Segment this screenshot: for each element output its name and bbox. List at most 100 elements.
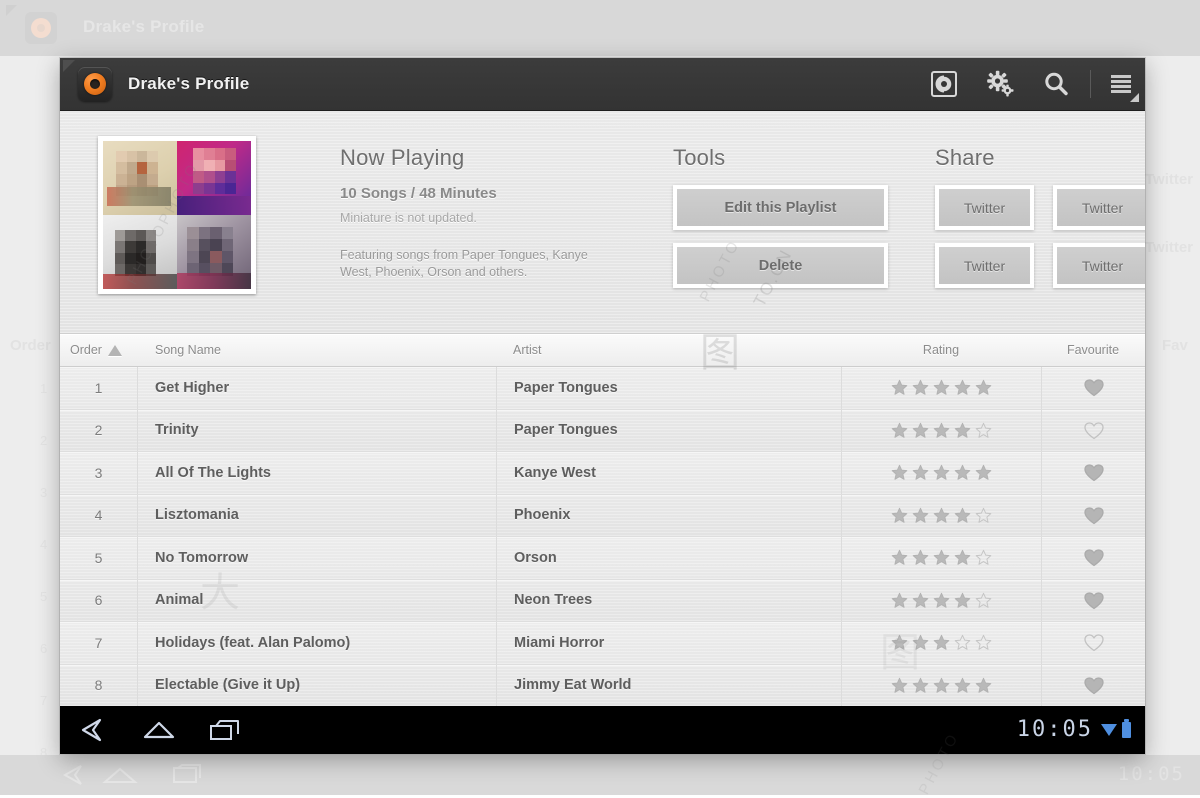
cell-rating[interactable] [841, 494, 1041, 536]
cell-favourite[interactable] [1041, 367, 1145, 409]
rating-stars[interactable] [891, 464, 992, 481]
rating-stars[interactable] [891, 677, 992, 694]
share-heading: Share [935, 145, 995, 170]
cell-order: 7 [60, 622, 138, 664]
search-icon[interactable] [1028, 58, 1084, 110]
overflow-menu-icon[interactable] [1097, 58, 1145, 110]
background-recent-apps-icon [173, 764, 201, 783]
edit-playlist-button[interactable]: Edit this Playlist [673, 185, 888, 230]
sort-ascending-icon [107, 344, 122, 356]
heart-filled-icon[interactable] [1083, 506, 1104, 525]
recent-apps-icon[interactable] [192, 706, 258, 754]
cell-song-name: Lisztomania [155, 507, 239, 524]
background-row-number: 1 [40, 381, 48, 396]
cell-favourite[interactable] [1041, 622, 1145, 664]
cell-song-name: Get Higher [155, 379, 230, 396]
share-row-top: Twitter Twitter [935, 185, 1145, 243]
rating-stars[interactable] [891, 549, 992, 566]
home-icon[interactable] [126, 706, 192, 754]
cell-song-name: Electable (Give it Up) [155, 677, 301, 694]
share-row-bottom: Twitter Twitter [935, 243, 1145, 301]
wifi-icon [1101, 724, 1117, 736]
back-icon[interactable] [60, 706, 126, 754]
rating-stars[interactable] [891, 507, 992, 524]
table-row[interactable]: 1 Get Higher Paper Tongues [60, 367, 1145, 410]
heart-outline-icon[interactable] [1083, 633, 1104, 652]
table-row[interactable]: 6 Animal Neon Trees [60, 579, 1145, 622]
rating-stars[interactable] [891, 592, 992, 609]
table-row[interactable]: 5 No Tomorrow Orson [60, 537, 1145, 580]
delete-playlist-button[interactable]: Delete [673, 243, 888, 288]
table-row[interactable]: 2 Trinity Paper Tongues [60, 409, 1145, 452]
playlist-header-panel: Now Playing 10 Songs / 48 Minutes Miniat… [60, 111, 1145, 334]
rating-stars[interactable] [891, 379, 992, 396]
column-header-song-name[interactable]: Song Name [138, 334, 496, 366]
cell-rating[interactable] [841, 622, 1041, 664]
share-column: Share Twitter Twitter Twitter Twitter [935, 145, 1145, 301]
cell-rating[interactable] [841, 409, 1041, 451]
cell-rating[interactable] [841, 537, 1041, 579]
action-bar-divider [1090, 70, 1091, 98]
album-art-tile [103, 141, 177, 215]
heart-filled-icon[interactable] [1083, 591, 1104, 610]
cell-favourite[interactable] [1041, 409, 1145, 451]
heart-outline-icon[interactable] [1083, 421, 1104, 440]
share-twitter-button-1[interactable]: Twitter [935, 185, 1034, 230]
system-navigation-bar: 10:05 [60, 706, 1145, 754]
status-bar-indicators [1101, 719, 1131, 738]
table-body: 1 Get Higher Paper Tongues 2 Trinity Paper To… [60, 367, 1145, 707]
cell-artist: Neon Trees [496, 579, 841, 621]
cell-rating[interactable] [841, 367, 1041, 409]
cell-artist: Miami Horror [496, 622, 841, 664]
background-row-number: 7 [40, 693, 48, 708]
cell-song-name: All Of The Lights [155, 464, 271, 481]
heart-filled-icon[interactable] [1083, 676, 1104, 695]
now-playing-note: Miniature is not updated. [340, 211, 477, 225]
cell-favourite[interactable] [1041, 537, 1145, 579]
column-header-rating[interactable]: Rating [841, 334, 1041, 366]
background-row-number: 5 [40, 589, 48, 604]
album-art-thumbnail[interactable] [98, 136, 256, 294]
table-row[interactable]: 3 All Of The Lights Kanye West [60, 452, 1145, 495]
cell-favourite[interactable] [1041, 494, 1145, 536]
rating-stars[interactable] [891, 634, 992, 651]
cell-rating[interactable] [841, 664, 1041, 706]
cell-favourite[interactable] [1041, 452, 1145, 494]
settings-gear-icon[interactable] [972, 58, 1028, 110]
cell-favourite[interactable] [1041, 579, 1145, 621]
heart-filled-icon[interactable] [1083, 463, 1104, 482]
table-row[interactable]: 8 Electable (Give it Up) Jimmy Eat World [60, 664, 1145, 707]
cell-song-name: Holidays (feat. Alan Palomo) [155, 634, 351, 651]
share-twitter-button-4[interactable]: Twitter [1053, 243, 1145, 288]
heart-filled-icon[interactable] [1083, 378, 1104, 397]
rating-stars[interactable] [891, 422, 992, 439]
share-twitter-button-2[interactable]: Twitter [1053, 185, 1145, 230]
column-header-order[interactable]: Order [60, 334, 138, 366]
cell-favourite[interactable] [1041, 664, 1145, 706]
window-title: Drake's Profile [128, 74, 250, 93]
share-twitter-button-3[interactable]: Twitter [935, 243, 1034, 288]
action-bar-actions [916, 58, 1145, 110]
cell-song-name: No Tomorrow [155, 549, 249, 566]
cell-song-name: Animal [155, 592, 204, 609]
column-header-favourite[interactable]: Favourite [1041, 334, 1145, 366]
tools-heading: Tools [673, 145, 726, 170]
background-home-icon [102, 767, 138, 783]
cell-order: 3 [60, 452, 138, 494]
cell-rating[interactable] [841, 452, 1041, 494]
background-app-icon [25, 12, 57, 44]
heart-filled-icon[interactable] [1083, 548, 1104, 567]
disc-icon[interactable] [916, 58, 972, 110]
songs-table: Order Song Name Artist Rating Favourite … [60, 334, 1145, 707]
corner-marker-icon [63, 60, 75, 72]
background-share-label-1: Twitter [1145, 171, 1194, 188]
background-fav-header: Fav [1162, 337, 1188, 354]
album-art-tile [103, 215, 177, 289]
table-row[interactable]: 4 Lisztomania Phoenix [60, 494, 1145, 537]
tools-column: Tools Edit this Playlist Delete [673, 145, 903, 301]
cell-artist: Orson [496, 537, 841, 579]
table-row[interactable]: 7 Holidays (feat. Alan Palomo) Miami Horro… [60, 622, 1145, 665]
column-header-artist[interactable]: Artist [496, 334, 841, 366]
cell-rating[interactable] [841, 579, 1041, 621]
cell-order: 6 [60, 579, 138, 621]
